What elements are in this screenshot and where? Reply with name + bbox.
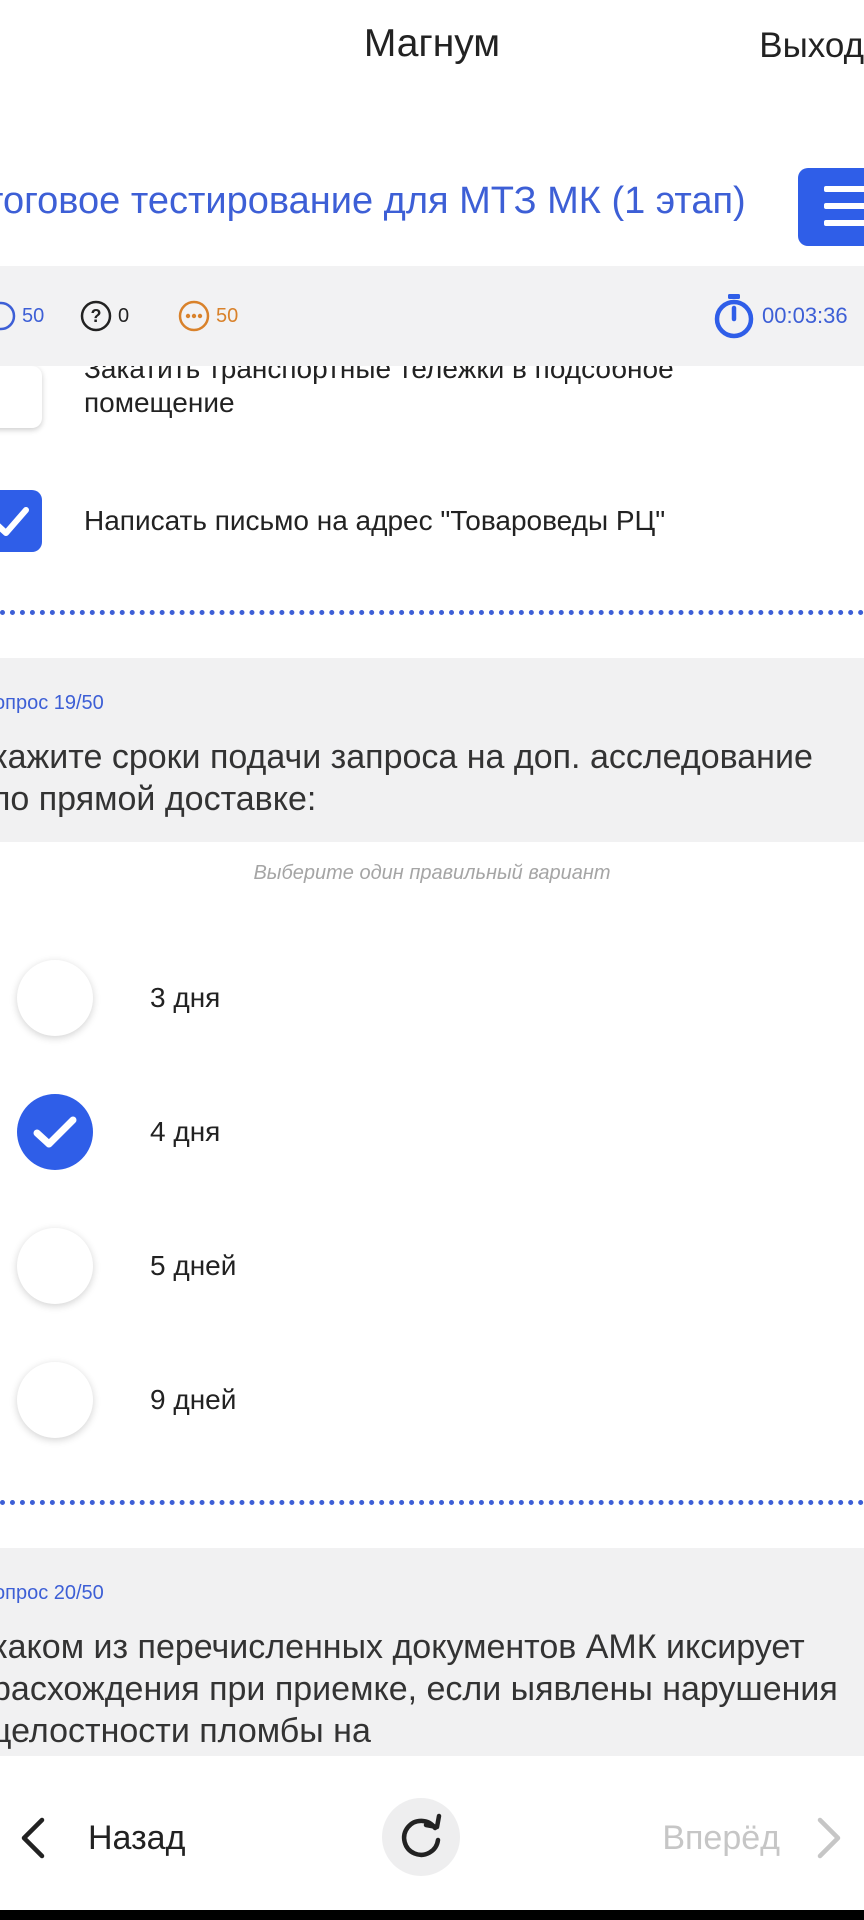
stats-bar: 50 ? 0 50 00:03:36 bbox=[0, 266, 864, 366]
check-circle-icon bbox=[0, 301, 16, 331]
option-checkbox-checked[interactable] bbox=[0, 490, 42, 552]
back-label: Назад bbox=[88, 1818, 186, 1857]
answer-label[interactable]: 4 дня bbox=[150, 1116, 220, 1148]
unanswered-count: 0 bbox=[118, 304, 130, 327]
question-list[interactable]: Закатить транспортные тележки в подсобно… bbox=[0, 366, 864, 1756]
app-title: Магнум bbox=[363, 22, 501, 65]
answer-radio-selected[interactable] bbox=[17, 1094, 93, 1170]
more-circle-icon bbox=[178, 300, 210, 332]
option-label: Написать письмо на адрес "Товароведы РЦ" bbox=[84, 505, 666, 536]
question-divider bbox=[0, 1500, 864, 1505]
chevron-right-icon bbox=[817, 1817, 841, 1859]
system-nav-bar bbox=[0, 1910, 864, 1920]
answer-radio[interactable] bbox=[17, 1228, 93, 1304]
logout-button[interactable]: Выход bbox=[759, 26, 864, 66]
refresh-button[interactable] bbox=[382, 1798, 460, 1876]
answer-label[interactable]: 3 дня bbox=[150, 982, 220, 1014]
question-card: опрос 19/50 кажите сроки подачи запроса … bbox=[0, 658, 864, 842]
timer-value: 00:03:36 bbox=[762, 303, 848, 328]
remaining-count: 50 bbox=[216, 304, 239, 327]
timer: 00:03:36 bbox=[712, 266, 848, 366]
answer-radio[interactable] bbox=[17, 960, 93, 1036]
question-number: опрос 19/50 bbox=[0, 692, 104, 714]
unanswered-stat[interactable]: ? 0 bbox=[80, 266, 129, 366]
chevron-left-icon bbox=[21, 1817, 45, 1859]
svg-text:?: ? bbox=[91, 306, 102, 326]
answer-hint: Выберите один правильный вариант bbox=[253, 862, 611, 884]
answer-radio[interactable] bbox=[17, 1362, 93, 1438]
question-circle-icon: ? bbox=[80, 300, 112, 332]
menu-icon bbox=[824, 186, 864, 192]
check-icon bbox=[0, 507, 29, 536]
answered-stat[interactable]: 50 bbox=[0, 266, 44, 366]
question-number: опрос 20/50 bbox=[0, 1582, 104, 1604]
forward-label: Вперёд bbox=[662, 1818, 780, 1857]
refresh-icon bbox=[401, 1813, 442, 1858]
stopwatch-icon bbox=[714, 294, 754, 339]
menu-icon bbox=[824, 220, 864, 226]
app-header: Магнум Выход bbox=[0, 0, 864, 96]
forward-button[interactable]: Вперёд bbox=[662, 1806, 864, 1870]
question-divider bbox=[0, 610, 864, 615]
question-text: каком из перечисленных документов АМК ик… bbox=[0, 1628, 838, 1750]
test-title: тоговое тестирование для МТЗ МК (1 этап) bbox=[0, 180, 746, 222]
remaining-stat[interactable]: 50 bbox=[178, 266, 238, 366]
back-button[interactable]: Назад bbox=[18, 1806, 185, 1870]
question-text: кажите сроки подачи запроса на доп. ассл… bbox=[0, 738, 813, 818]
option-label: Закатить транспортные тележки в подсобно… bbox=[84, 366, 674, 418]
check-icon bbox=[33, 1116, 77, 1148]
menu-button[interactable] bbox=[798, 168, 864, 246]
menu-icon bbox=[824, 203, 864, 209]
answer-label[interactable]: 9 дней bbox=[150, 1384, 236, 1416]
option-checkbox[interactable] bbox=[0, 366, 42, 428]
question-card: опрос 20/50 каком из перечисленных докум… bbox=[0, 1548, 864, 1756]
answered-count: 50 bbox=[22, 304, 45, 327]
answer-label[interactable]: 5 дней bbox=[150, 1250, 236, 1282]
footer-nav: Назад Вперёд bbox=[0, 1756, 864, 1910]
